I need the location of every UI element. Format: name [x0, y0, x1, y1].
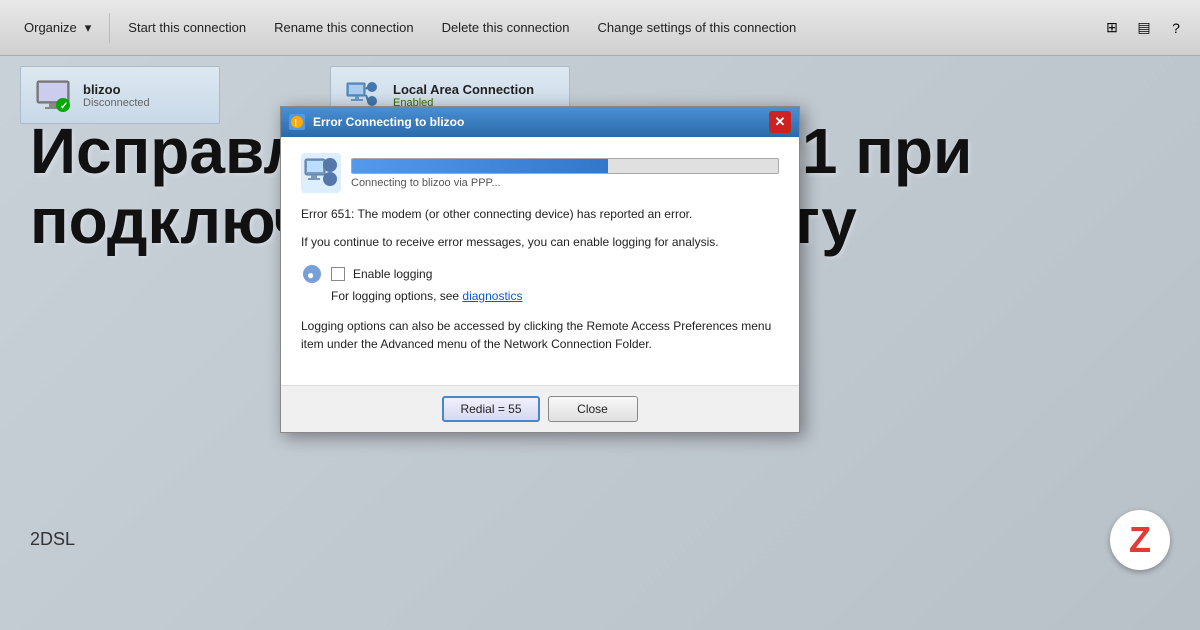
blizoo-status: Disconnected [83, 97, 207, 109]
site-label: 2DSL [30, 529, 75, 550]
help-icon: ? [1172, 20, 1180, 36]
local-area-name: Local Area Connection [393, 82, 557, 97]
error-dialog: ! Error Connecting to blizoo ✕ [280, 106, 800, 433]
organize-button[interactable]: Organize ▾ [10, 0, 105, 55]
start-connection-button[interactable]: Start this connection [114, 0, 260, 55]
local-area-details: Local Area Connection Enabled [393, 82, 557, 109]
dialog-body: Connecting to blizoo via PPP... Error 65… [281, 137, 799, 385]
view-toggle-icon: ▤ [1137, 19, 1150, 36]
dialog-titlebar: ! Error Connecting to blizoo ✕ [281, 107, 799, 137]
toolbar: Organize ▾ Start this connection Rename … [0, 0, 1200, 56]
blizoo-details: blizoo Disconnected [83, 82, 207, 109]
main-area: ✓ blizoo Disconnected [0, 56, 1200, 630]
toolbar-divider-1 [109, 13, 110, 43]
diagnostics-prefix: For logging options, see [331, 289, 462, 303]
redial-button[interactable]: Redial = 55 [442, 396, 539, 422]
logging-icon: ● [301, 263, 323, 285]
dialog-title-icon: ! [289, 114, 305, 130]
delete-connection-button[interactable]: Delete this connection [428, 0, 584, 55]
z-logo: Z [1110, 510, 1170, 570]
organize-chevron-icon: ▾ [85, 20, 92, 36]
connecting-label: Connecting to blizoo via PPP... [351, 177, 779, 189]
enable-logging-checkbox[interactable] [331, 267, 345, 281]
change-settings-button[interactable]: Change settings of this connection [583, 0, 810, 55]
svg-text:✓: ✓ [60, 101, 68, 112]
rename-connection-button[interactable]: Rename this connection [260, 0, 427, 55]
svg-text:●: ● [307, 268, 314, 282]
blizoo-card[interactable]: ✓ blizoo Disconnected [20, 66, 220, 124]
blizoo-name: blizoo [83, 82, 207, 97]
view-toggle-button[interactable]: ▤ [1130, 14, 1158, 42]
content-area: ✓ blizoo Disconnected [0, 56, 1200, 630]
progress-bar [351, 158, 779, 174]
dialog-buttons: Redial = 55 Close [281, 385, 799, 432]
enable-logging-row[interactable]: ● Enable logging [301, 263, 779, 285]
organize-label: Organize [24, 20, 77, 35]
progress-fill [352, 159, 608, 173]
info-text: If you continue to receive error message… [301, 233, 779, 251]
toolbar-right: ⊞ ▤ ? [1098, 14, 1190, 42]
connecting-row: Connecting to blizoo via PPP... [301, 153, 779, 193]
close-button[interactable]: Close [548, 396, 638, 422]
progress-area: Connecting to blizoo via PPP... [351, 158, 779, 189]
ppp-icon [301, 153, 341, 193]
dialog-title: Error Connecting to blizoo [313, 115, 464, 129]
enable-logging-label: Enable logging [353, 267, 432, 281]
help-button[interactable]: ? [1162, 14, 1190, 42]
dialog-close-button[interactable]: ✕ [769, 111, 791, 133]
diagnostics-row: For logging options, see diagnostics [331, 289, 779, 303]
blizoo-icon: ✓ [33, 75, 73, 115]
svg-text:!: ! [294, 118, 297, 129]
diagnostics-link[interactable]: diagnostics [462, 289, 522, 303]
view-icon: ⊞ [1106, 19, 1118, 36]
z-logo-text: Z [1129, 519, 1151, 561]
view-icon-button[interactable]: ⊞ [1098, 14, 1126, 42]
logging-options-text: Logging options can also be accessed by … [301, 317, 779, 353]
error-text: Error 651: The modem (or other connectin… [301, 205, 779, 223]
